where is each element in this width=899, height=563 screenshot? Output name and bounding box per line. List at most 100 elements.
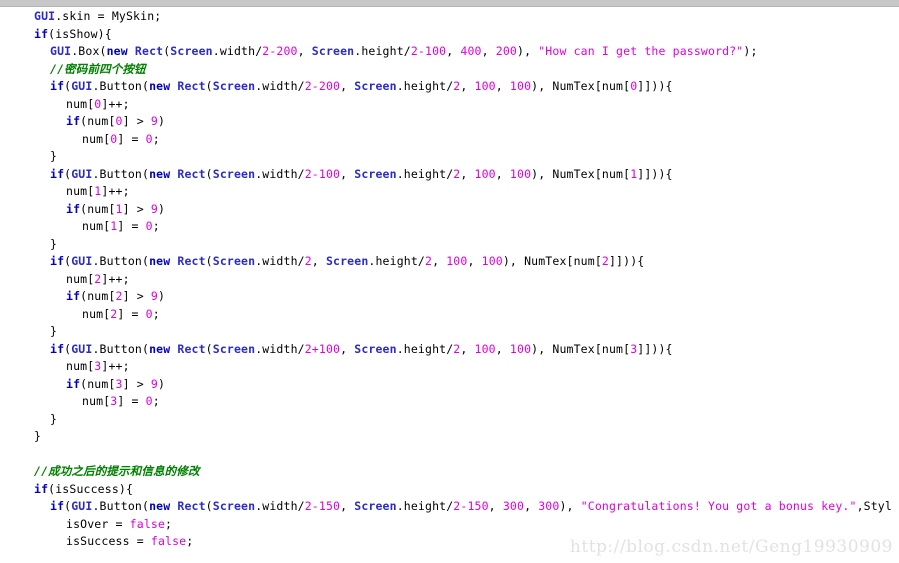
code-line: if(GUI.Button(new Rect(Screen.width/2-20… <box>0 78 899 96</box>
code-token-type: Screen <box>212 341 256 356</box>
code-token-pl: num[ <box>82 131 111 146</box>
code-token-pl: ; <box>165 516 173 531</box>
code-token-pl: ]])){ <box>637 341 673 356</box>
code-token-pl: num[ <box>66 359 95 373</box>
code-token-kw: new <box>106 44 128 58</box>
code-token-pl: , <box>446 44 461 58</box>
code-token-type: Screen <box>212 166 256 181</box>
code-line: num[0]++; <box>0 96 899 114</box>
code-token-pl: , <box>460 166 475 181</box>
code-token-pl: .skin = MySkin; <box>55 9 162 23</box>
code-token-pl: .width/ <box>212 44 263 58</box>
code-token-type: GUI <box>34 9 56 23</box>
code-token-num: 100 <box>474 79 496 93</box>
code-token-pl: , <box>340 79 355 93</box>
code-token-pl: ] > <box>122 201 151 216</box>
code-token-num: 9 <box>150 376 158 391</box>
code-token-num: 100 <box>509 79 532 93</box>
code-token-pl: ), <box>559 499 581 513</box>
code-token-pl: .width/ <box>255 254 305 268</box>
code-token-num: 2 <box>115 289 123 303</box>
code-token-kw: if <box>34 481 49 496</box>
code-token-pl: .width/ <box>255 499 305 513</box>
code-line: if(num[3] > 9) <box>0 376 899 394</box>
code-token-pl: ; <box>152 394 160 408</box>
code-token-pl: ( <box>205 254 213 268</box>
code-token-pl: .width/ <box>255 79 305 93</box>
code-token-kw: if <box>50 79 65 93</box>
code-token-kw: new <box>149 79 171 93</box>
code-token-type: Screen <box>354 166 397 181</box>
code-token-num: false <box>129 516 166 531</box>
code-line: num[3]++; <box>0 358 899 376</box>
code-token-pl: , <box>495 79 510 93</box>
code-token-str: "How can I get the password?" <box>538 44 744 58</box>
code-token-pl: .height/ <box>396 499 454 513</box>
code-token-pl: .width/ <box>255 166 305 181</box>
code-token-pl: ,Styl <box>856 499 892 513</box>
code-line: if(GUI.Button(new Rect(Screen.width/2, S… <box>0 253 899 271</box>
code-token-num: 2-200 <box>262 44 298 58</box>
code-token-pl: (num[ <box>80 376 116 391</box>
code-token-pl: ]])){ <box>637 79 673 93</box>
code-line: } <box>0 428 899 446</box>
code-token-type: GUI <box>50 44 72 58</box>
code-line: //密码前四个按钮 <box>0 61 899 79</box>
code-line: if(GUI.Button(new Rect(Screen.width/2-15… <box>0 498 899 516</box>
code-token-type: Screen <box>212 499 256 513</box>
code-token-pl: , <box>495 341 510 356</box>
code-token-num: 200 <box>495 44 517 58</box>
code-token-num: 2-150 <box>304 499 341 513</box>
code-token-pl: .height/ <box>354 44 411 58</box>
code-token-num: 2-150 <box>453 499 489 513</box>
code-line: num[2]++; <box>0 271 899 289</box>
code-token-pl: ) <box>157 289 166 303</box>
code-token-pl: ] = <box>117 219 146 233</box>
code-line: } <box>0 148 899 166</box>
code-line: num[3] = 0; <box>0 393 899 411</box>
code-token-pl: num[ <box>82 219 111 233</box>
code-line: } <box>0 236 899 254</box>
code-token-num: 0 <box>145 306 153 321</box>
code-token-kw: if <box>66 376 81 391</box>
code-token-pl: (num[ <box>80 289 116 303</box>
code-token-pl: , <box>495 166 510 181</box>
code-token-pl: num[ <box>66 184 95 198</box>
code-token-type: GUI <box>71 254 93 268</box>
code-token-pl: ( <box>205 166 213 181</box>
code-token-pl: , <box>467 254 482 268</box>
code-line: } <box>0 411 899 429</box>
code-line: if(isSuccess){ <box>0 481 899 499</box>
code-token-pl: ), <box>517 44 539 58</box>
code-token-num: 100 <box>481 254 503 268</box>
code-line: if(GUI.Button(new Rect(Screen.width/2+10… <box>0 341 899 359</box>
code-token-num: 300 <box>502 499 525 513</box>
code-token-pl: , <box>340 166 355 181</box>
code-token-pl: , <box>488 499 503 513</box>
code-token-kw: if <box>66 201 81 216</box>
code-token-pl: .width/ <box>255 341 305 356</box>
code-token-num: 0 <box>145 394 153 408</box>
code-token-type: Screen <box>325 254 369 268</box>
code-token-type: Screen <box>212 79 256 93</box>
code-token-pl: ; <box>152 219 160 233</box>
code-line: num[1]++; <box>0 183 899 201</box>
code-token-pl: ), NumTex[num[ <box>502 254 602 268</box>
code-token-pl: .height/ <box>396 166 454 181</box>
code-token-pl: .Button( <box>92 166 150 181</box>
code-token-pl: isSuccess = <box>66 534 151 548</box>
code-token-pl: num[ <box>66 96 95 111</box>
code-token-type: Rect <box>177 166 206 181</box>
code-token-pl: , <box>481 44 496 58</box>
code-editor-content[interactable]: GUI.skin = MySkin; if(isShow){GUI.Box(new… <box>0 8 899 563</box>
code-token-pl: ]++; <box>101 96 130 111</box>
code-token-num: 400 <box>460 44 482 58</box>
code-token-type: GUI <box>71 166 93 181</box>
code-token-pl: , <box>340 341 355 356</box>
code-token-type: Screen <box>354 341 397 356</box>
code-line: if(num[1] > 9) <box>0 201 899 219</box>
horizontal-scrollbar[interactable] <box>0 0 899 7</box>
code-token-num: false <box>150 534 187 548</box>
